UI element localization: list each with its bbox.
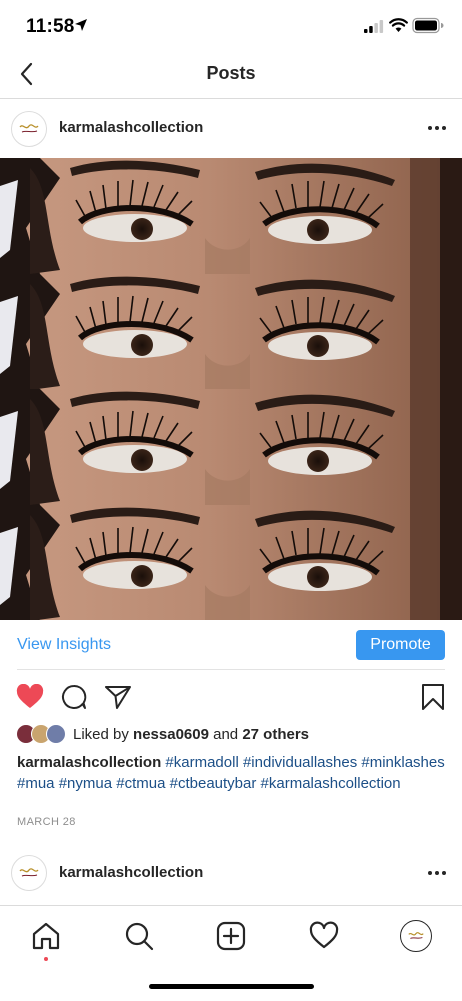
post-caption: karmalashcollection #karmadoll #individu… bbox=[17, 752, 447, 794]
more-options-icon[interactable] bbox=[424, 121, 450, 135]
hashtag[interactable]: #minklashes bbox=[361, 754, 444, 771]
next-post-header: karmalashcollection bbox=[0, 844, 462, 900]
photo-strip bbox=[0, 158, 462, 274]
insights-row: View Insights Promote bbox=[0, 620, 462, 670]
photo-strip bbox=[0, 274, 462, 390]
hashtag[interactable]: #nymua bbox=[59, 775, 112, 792]
post-author-avatar[interactable] bbox=[11, 855, 47, 891]
page-title: Posts bbox=[206, 63, 256, 83]
hashtag[interactable]: #ctbeautybar bbox=[170, 775, 257, 792]
karma-lash-logo bbox=[19, 868, 39, 877]
likes-joiner: and bbox=[213, 726, 239, 743]
home-indicator[interactable] bbox=[149, 984, 314, 989]
hashtag[interactable]: #individuallashes bbox=[243, 754, 357, 771]
add-post-icon[interactable] bbox=[215, 920, 247, 952]
battery-icon bbox=[412, 17, 444, 34]
search-icon[interactable] bbox=[123, 920, 155, 952]
post-date: MARCH 28 bbox=[17, 816, 76, 828]
promote-button[interactable]: Promote bbox=[356, 630, 445, 660]
likes-prefix: Liked by bbox=[73, 726, 129, 743]
photo-strip bbox=[0, 505, 462, 621]
hashtag[interactable]: #karmalashcollection bbox=[261, 775, 401, 792]
photo-strip bbox=[0, 389, 462, 505]
liked-by-avatars[interactable] bbox=[16, 724, 68, 744]
more-options-icon[interactable] bbox=[424, 866, 450, 880]
save-bookmark-icon[interactable] bbox=[421, 683, 445, 711]
home-notification-dot bbox=[44, 957, 48, 961]
location-arrow-icon bbox=[75, 19, 87, 31]
share-send-icon[interactable] bbox=[104, 684, 132, 710]
karma-lash-logo bbox=[19, 124, 39, 133]
like-heart-icon[interactable] bbox=[16, 684, 44, 710]
status-time: 11:58 bbox=[26, 16, 75, 37]
likes-summary[interactable]: Liked by nessa0609 and 27 others bbox=[73, 726, 309, 743]
status-bar: 11:58 bbox=[0, 0, 462, 54]
likes-others-count[interactable]: 27 others bbox=[242, 726, 309, 743]
karma-lash-logo bbox=[408, 932, 424, 939]
activity-heart-icon[interactable] bbox=[308, 920, 340, 952]
liked-by-username[interactable]: nessa0609 bbox=[133, 726, 209, 743]
navigation-bar: Posts bbox=[0, 54, 462, 99]
wifi-icon bbox=[389, 18, 408, 32]
hashtag[interactable]: #mua bbox=[17, 775, 55, 792]
hashtag[interactable]: #karmadoll bbox=[165, 754, 238, 771]
post-header: karmalashcollection bbox=[0, 99, 462, 157]
caption-username[interactable]: karmalashcollection bbox=[17, 754, 161, 771]
post-author-username[interactable]: karmalashcollection bbox=[59, 864, 203, 881]
comment-icon[interactable] bbox=[60, 683, 88, 711]
profile-avatar[interactable] bbox=[400, 920, 432, 952]
cellular-signal-icon bbox=[364, 20, 384, 33]
home-icon[interactable] bbox=[30, 920, 62, 952]
post-author-username[interactable]: karmalashcollection bbox=[59, 119, 203, 136]
hashtag[interactable]: #ctmua bbox=[116, 775, 165, 792]
view-insights-link[interactable]: View Insights bbox=[17, 636, 111, 654]
post-photo[interactable] bbox=[0, 158, 462, 620]
post-author-avatar[interactable] bbox=[11, 111, 47, 147]
liker-avatar bbox=[46, 724, 66, 744]
divider bbox=[17, 669, 445, 670]
